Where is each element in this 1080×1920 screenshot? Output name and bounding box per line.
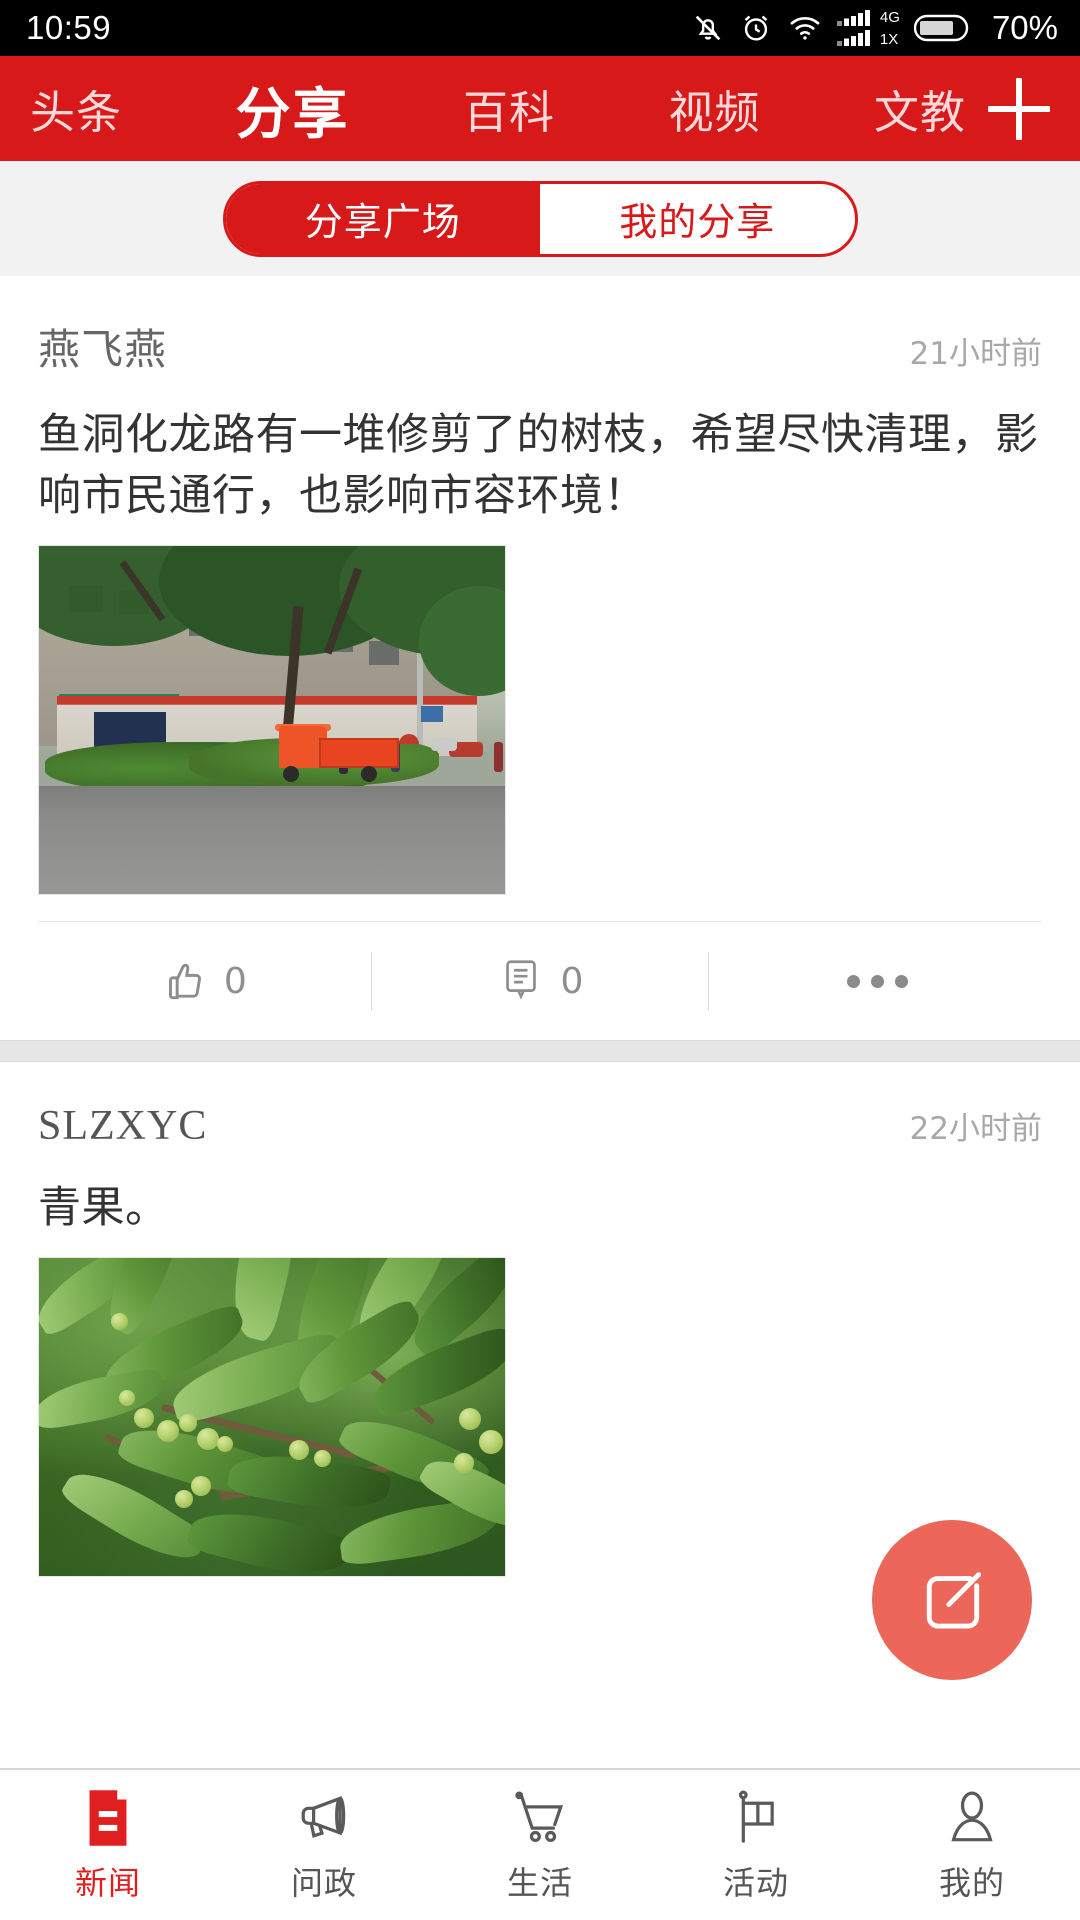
more-options-button[interactable] [709, 974, 1046, 988]
like-count: 0 [223, 960, 247, 1002]
comment-bubble-icon [505, 960, 536, 1000]
top-nav-tab-baike[interactable]: 百科 [463, 76, 555, 141]
post-header: SLZXYC 22小时前 [34, 1062, 1046, 1150]
post-timestamp: 22小时前 [909, 1111, 1042, 1148]
post-image-green-berries[interactable] [38, 1257, 506, 1578]
battery-icon [913, 13, 974, 43]
bottom-nav-label: 新闻 [74, 1864, 141, 1902]
bottom-nav-label: 我的 [938, 1864, 1005, 1902]
segmented-control-bar: 分享广场 我的分享 [0, 161, 1080, 276]
comment-button[interactable]: 0 [372, 956, 709, 1006]
plus-icon[interactable] [988, 77, 1050, 140]
top-nav-tab-fenxiang[interactable]: 分享 [235, 69, 349, 149]
bottom-nav-item-life[interactable]: 生活 [432, 1786, 648, 1904]
shopping-cart-icon [510, 1786, 570, 1848]
bottom-navigation-bar: 新闻 问政 生活 活动 我的 [0, 1768, 1080, 1920]
feed-post[interactable]: SLZXYC 22小时前 青果。 [0, 1062, 1080, 1578]
like-button[interactable]: 0 [34, 956, 371, 1006]
segmented-control: 分享广场 我的分享 [222, 180, 858, 257]
post-author[interactable]: SLZXYC [38, 1102, 207, 1150]
feed-list: 燕飞燕 21小时前 鱼洞化龙路有一堆修剪了的树枝，希望尽快清理，影响市民通行，也… [0, 276, 1080, 1578]
more-dots-icon [847, 974, 909, 988]
top-nav-tab-list: 头条 分享 百科 视频 文教 [30, 69, 988, 149]
bottom-nav-label: 问政 [290, 1864, 357, 1902]
megaphone-icon [293, 1786, 355, 1848]
bottom-nav-item-news[interactable]: 新闻 [0, 1786, 216, 1904]
status-icons: 4G 1X 70% [691, 9, 1058, 47]
post-author[interactable]: 燕飞燕 [38, 316, 167, 377]
segment-my-shares[interactable]: 我的分享 [540, 184, 855, 254]
feed-separator [0, 1040, 1080, 1063]
mute-icon [691, 11, 725, 45]
person-icon [944, 1786, 1000, 1848]
compose-edit-icon [926, 1572, 982, 1629]
top-navigation-bar: 头条 分享 百科 视频 文教 [0, 56, 1080, 161]
wifi-icon [787, 11, 823, 45]
bottom-nav-item-mine[interactable]: 我的 [864, 1786, 1080, 1904]
top-nav-tab-wenjiao[interactable]: 文教 [874, 76, 966, 141]
cellular-signal-icon: 4G 1X [836, 8, 900, 48]
post-text: 青果。 [38, 1183, 169, 1234]
compose-fab-button[interactable] [872, 1520, 1032, 1680]
news-document-icon [80, 1786, 136, 1848]
top-nav-tab-shipin[interactable]: 视频 [668, 76, 760, 141]
post-image-street-branches[interactable] [38, 545, 506, 896]
network-type-primary: 4G [879, 8, 900, 26]
bottom-nav-item-activity[interactable]: 活动 [648, 1786, 864, 1904]
segment-share-plaza[interactable]: 分享广场 [225, 183, 540, 254]
alarm-icon [739, 11, 773, 45]
post-timestamp: 21小时前 [909, 336, 1042, 372]
flag-icon [728, 1786, 784, 1848]
status-bar: 10:59 4G 1X 70% [0, 0, 1080, 56]
thumbs-up-icon [168, 963, 201, 1000]
bottom-nav-label: 活动 [722, 1864, 789, 1902]
network-type-secondary: 1X [879, 30, 899, 48]
top-nav-tab-toutiao[interactable]: 头条 [30, 76, 122, 141]
post-media[interactable] [34, 537, 1046, 896]
feed-post[interactable]: 燕飞燕 21小时前 鱼洞化龙路有一堆修剪了的树枝，希望尽快清理，影响市民通行，也… [0, 276, 1080, 1041]
comment-count: 0 [560, 960, 584, 1002]
post-action-bar: 0 0 [34, 922, 1046, 1040]
post-text: 鱼洞化龙路有一堆修剪了的树枝，希望尽快清理，影响市民通行，也影响市容环境！ [38, 410, 1039, 522]
bottom-nav-label: 生活 [506, 1864, 573, 1902]
app-root: 10:59 4G 1X 70% 头条 分享 百科 视频 文教 分享广场 我的分享… [0, 0, 1080, 1920]
bottom-nav-item-inquiry[interactable]: 问政 [216, 1786, 432, 1904]
post-media[interactable] [34, 1249, 1046, 1578]
battery-percent: 70% [991, 9, 1058, 46]
post-header: 燕飞燕 21小时前 [34, 276, 1046, 377]
status-time: 10:59 [26, 9, 112, 46]
